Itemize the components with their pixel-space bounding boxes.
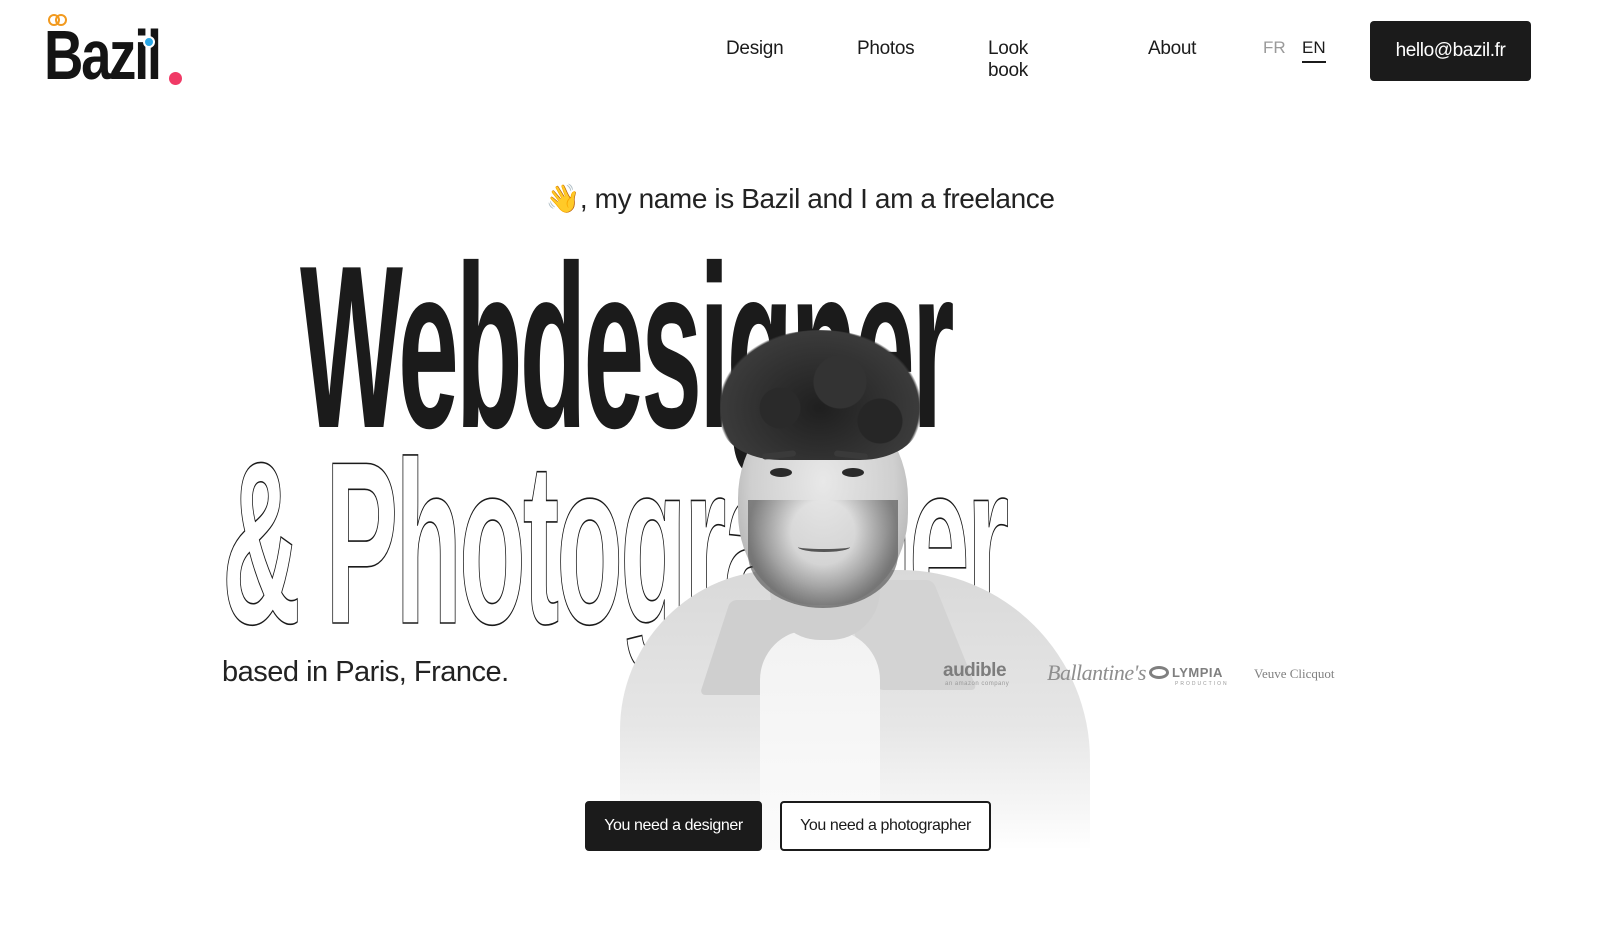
client-logo-audible: audible [943, 660, 1007, 681]
intro-text: , my name is Bazil and I am a freelance [579, 183, 1055, 214]
client-logo-audible-sub: an amazon company [945, 681, 1010, 687]
client-logo-veuve-clicquot: Veuve Clicquot [1254, 666, 1335, 681]
nav-item-design[interactable]: Design [726, 38, 784, 60]
period-dot-icon [169, 72, 182, 85]
waving-hand-icon: 👋 [545, 183, 580, 214]
client-logo-olympia: LYMPIA [1149, 665, 1223, 680]
nav-item-look-book[interactable]: Look book [988, 38, 1028, 82]
logo[interactable]: Bazil [44, 12, 194, 94]
nav-item-photos[interactable]: Photos [857, 38, 915, 60]
nav-item-about[interactable]: About [1148, 38, 1196, 60]
client-logo-ballantines: Ballantine's [1047, 660, 1146, 685]
lang-fr[interactable]: FR [1263, 38, 1286, 58]
email-button[interactable]: hello@bazil.fr [1370, 21, 1531, 81]
lang-en[interactable]: EN [1302, 38, 1326, 63]
olympia-ring-icon [1149, 666, 1169, 679]
designer-cta-button[interactable]: You need a designer [585, 801, 762, 851]
client-logo-olympia-text: LYMPIA [1172, 665, 1223, 680]
photographer-cta-button[interactable]: You need a photographer [780, 801, 991, 851]
logo-wordmark: Bazil [44, 16, 162, 94]
client-logo-olympia-sub: PRODUCTION [1175, 681, 1229, 687]
i-dot-icon [143, 36, 155, 48]
hero-title-photographer: & Photographer [222, 414, 1010, 673]
intro-line: 👋, my name is Bazil and I am a freelance [0, 182, 1600, 215]
location-text: based in Paris, France. [222, 656, 509, 688]
